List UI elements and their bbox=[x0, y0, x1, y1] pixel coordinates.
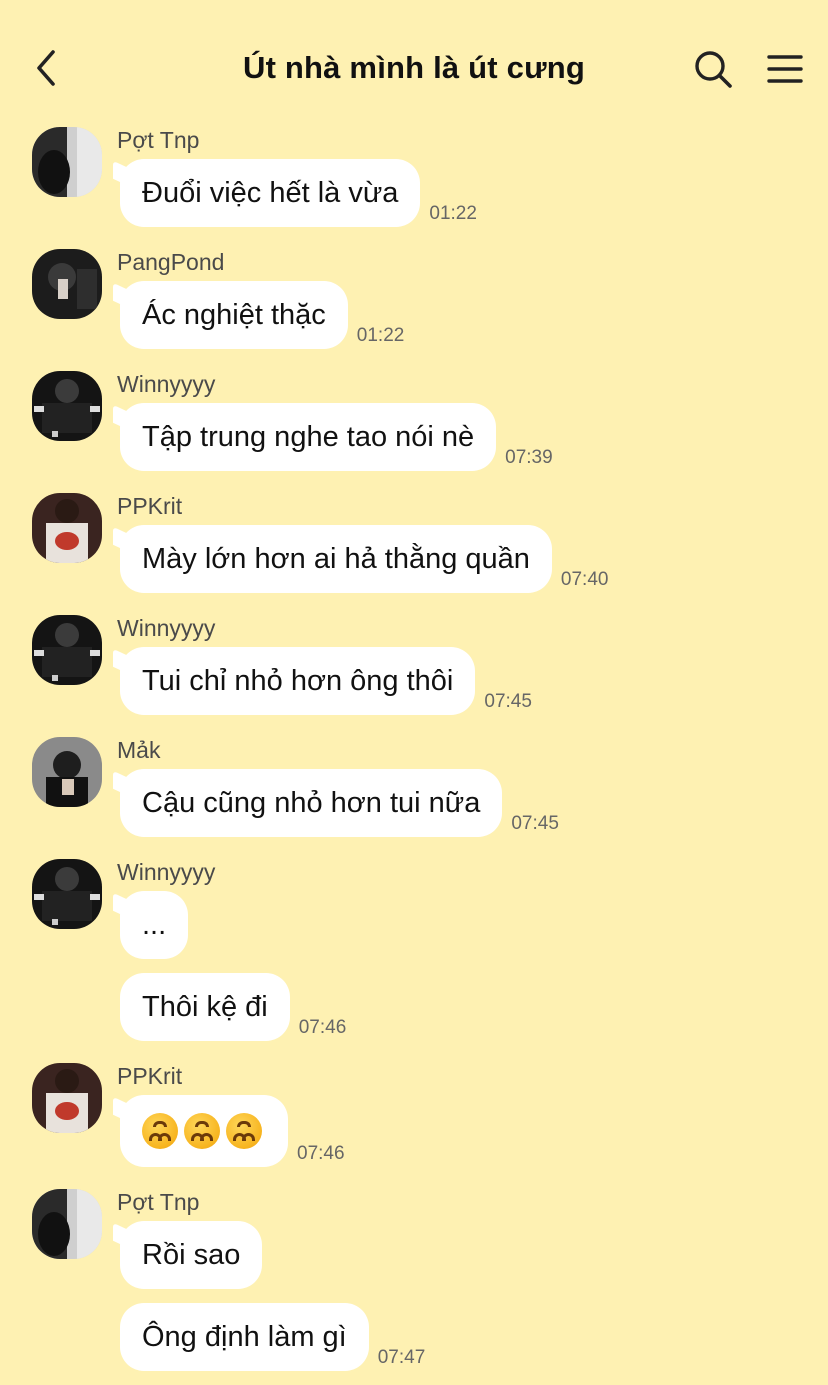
sender-name: PPKrit bbox=[117, 1063, 183, 1089]
message-bubble[interactable]: Cậu cũng nhỏ hơn tui nữa bbox=[120, 769, 503, 837]
message-time: 01:22 bbox=[429, 203, 477, 224]
sender-name: Mảk bbox=[117, 737, 161, 763]
avatar[interactable] bbox=[32, 1063, 102, 1133]
sender-name: PangPond bbox=[117, 249, 225, 275]
message-bubble[interactable]: Mày lớn hơn ai hả thằng quần bbox=[120, 525, 552, 593]
hamburger-menu-icon bbox=[767, 55, 803, 83]
sender-name: PPKrit bbox=[117, 493, 183, 519]
message-bubble[interactable]: ... bbox=[120, 891, 189, 959]
avatar[interactable] bbox=[32, 371, 102, 441]
search-icon bbox=[695, 51, 732, 88]
message-time: 01:22 bbox=[356, 325, 405, 346]
chevron-left-icon bbox=[37, 50, 55, 86]
message-bubble[interactable] bbox=[120, 1095, 288, 1167]
message-time: 07:46 bbox=[298, 1017, 347, 1038]
message-time: 07:45 bbox=[484, 691, 532, 712]
avatar[interactable] bbox=[32, 493, 102, 563]
menu-button[interactable] bbox=[762, 46, 808, 92]
avatar[interactable] bbox=[32, 615, 102, 685]
avatar[interactable] bbox=[32, 1189, 102, 1259]
back-button[interactable] bbox=[26, 46, 66, 90]
avatar[interactable] bbox=[32, 249, 102, 319]
message-time: 07:39 bbox=[505, 447, 553, 468]
message-bubble[interactable]: Đuổi việc hết là vừa bbox=[120, 159, 421, 227]
upside-down-face-emoji-icon bbox=[142, 1113, 178, 1149]
avatar[interactable] bbox=[32, 737, 102, 807]
chat-title: Út nhà mình là út cưng bbox=[242, 50, 585, 85]
chat-screen: Út nhà mình là út cưng Pợt Tnp Đuổi việc… bbox=[0, 0, 828, 1385]
message-bubble[interactable]: Tập trung nghe tao nói nè bbox=[120, 403, 497, 471]
message-bubble[interactable]: Thôi kệ đi bbox=[120, 973, 290, 1041]
avatar[interactable] bbox=[32, 859, 102, 929]
message-time: 07:40 bbox=[560, 569, 609, 590]
chat-header: Út nhà mình là út cưng bbox=[0, 0, 828, 130]
message-bubble[interactable]: Ông định làm gì bbox=[120, 1303, 369, 1371]
message-time: 07:45 bbox=[511, 813, 559, 834]
sender-name: Pợt Tnp bbox=[117, 1189, 200, 1215]
upside-down-face-emoji-icon bbox=[184, 1113, 220, 1149]
sender-name: Winnyyyy bbox=[117, 859, 216, 885]
message-bubble[interactable]: Tui chỉ nhỏ hơn ông thôi bbox=[120, 647, 476, 715]
upside-down-face-emoji-icon bbox=[226, 1113, 262, 1149]
sender-name: Winnyyyy bbox=[117, 615, 216, 641]
message-bubble[interactable]: Ác nghiệt thặc bbox=[120, 281, 348, 349]
search-button[interactable] bbox=[690, 46, 736, 92]
message-time: 07:46 bbox=[297, 1143, 345, 1164]
message-time: 07:47 bbox=[377, 1347, 426, 1368]
message-bubble[interactable]: Rồi sao bbox=[120, 1221, 263, 1289]
avatar[interactable] bbox=[32, 127, 102, 197]
sender-name: Pợt Tnp bbox=[117, 127, 200, 153]
sender-name: Winnyyyy bbox=[117, 371, 216, 397]
